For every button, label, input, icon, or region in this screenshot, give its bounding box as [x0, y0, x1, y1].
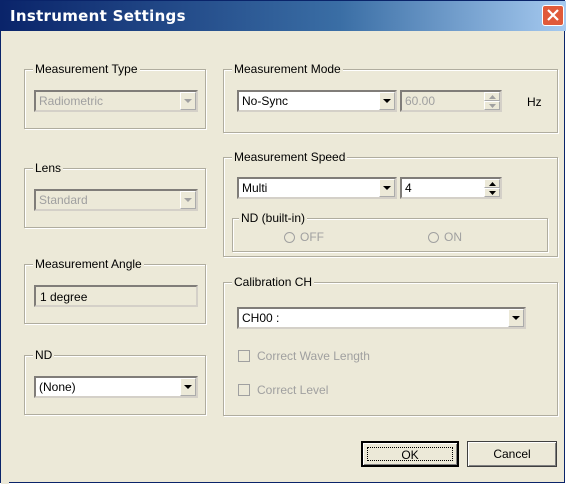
- chevron-down-icon: [489, 191, 496, 195]
- calibration-channel-value: CH00 :: [242, 311, 280, 325]
- chevron-up-icon: [489, 95, 496, 99]
- chevron-down-icon: [512, 316, 520, 320]
- nd-select[interactable]: (None): [34, 376, 198, 398]
- frequency-unit: Hz: [527, 95, 542, 109]
- cancel-button[interactable]: Cancel: [467, 441, 557, 467]
- measurement-mode-label: Measurement Mode: [232, 62, 343, 76]
- spin-up-button[interactable]: [484, 92, 500, 101]
- measurement-mode-value: No-Sync: [242, 94, 289, 108]
- measurement-speed-select[interactable]: Multi: [237, 177, 397, 199]
- spin-up-button[interactable]: [484, 179, 500, 188]
- nd-builtin-label: ND (built-in): [239, 211, 308, 225]
- measurement-mode-group: Measurement Mode No-Sync 60.00 Hz: [223, 62, 558, 133]
- spin-down-button[interactable]: [484, 188, 500, 197]
- ok-button[interactable]: OK: [361, 441, 459, 467]
- measurement-type-group: Measurement Type Radiometric: [24, 62, 206, 129]
- chevron-down-icon: [184, 385, 192, 389]
- correct-wave-checkbox[interactable]: [238, 350, 250, 362]
- close-button[interactable]: [542, 5, 564, 26]
- dropdown-arrow[interactable]: [379, 179, 395, 197]
- measurement-speed-group: Measurement Speed Multi 4 ND (built-in) …: [223, 150, 558, 257]
- nd-label: ND: [33, 348, 55, 362]
- title-bar[interactable]: Instrument Settings: [1, 1, 566, 31]
- correct-level-label: Correct Level: [257, 383, 329, 397]
- cancel-label: Cancel: [493, 447, 531, 461]
- calibration-group: Calibration CH CH00 : Correct Wave Lengt…: [223, 275, 558, 416]
- dropdown-arrow[interactable]: [180, 378, 196, 396]
- correct-wave-label: Correct Wave Length: [257, 349, 370, 363]
- frequency-value: 60.00: [405, 94, 436, 108]
- calibration-label: Calibration CH: [232, 275, 315, 289]
- measurement-type-select[interactable]: Radiometric: [34, 90, 198, 112]
- lens-value: Standard: [39, 193, 88, 207]
- measurement-mode-select[interactable]: No-Sync: [237, 90, 397, 112]
- chevron-up-icon: [489, 182, 496, 186]
- dropdown-arrow[interactable]: [508, 309, 524, 327]
- speed-count-value: 4: [405, 181, 412, 195]
- window-title: Instrument Settings: [10, 7, 186, 25]
- dropdown-arrow[interactable]: [180, 92, 196, 110]
- measurement-angle-field: 1 degree: [34, 285, 198, 307]
- measurement-type-value: Radiometric: [39, 94, 104, 108]
- close-icon: [547, 9, 559, 21]
- correct-level-checkbox[interactable]: [238, 384, 250, 396]
- nd-on-radio[interactable]: [428, 232, 439, 243]
- nd-builtin-group: ND (built-in) OFF ON: [232, 211, 548, 252]
- dropdown-arrow[interactable]: [379, 92, 395, 110]
- lens-label: Lens: [33, 161, 64, 175]
- lens-group: Lens Standard: [24, 161, 206, 228]
- measurement-type-label: Measurement Type: [33, 62, 140, 76]
- speed-count-spinner[interactable]: 4: [400, 177, 502, 199]
- instrument-settings-dialog: Instrument Settings Measurement Type Rad…: [0, 0, 566, 484]
- chevron-down-icon: [184, 198, 192, 202]
- nd-group: ND (None): [24, 348, 206, 415]
- nd-value: (None): [39, 380, 76, 394]
- lens-select[interactable]: Standard: [34, 189, 198, 211]
- frequency-spinner[interactable]: 60.00: [400, 90, 502, 112]
- chevron-down-icon: [489, 104, 496, 108]
- nd-on-label: ON: [444, 230, 462, 244]
- chevron-down-icon: [184, 99, 192, 103]
- left-edge: [1, 31, 9, 484]
- focus-rect: [367, 447, 453, 461]
- nd-off-label: OFF: [300, 230, 324, 244]
- measurement-angle-value: 1 degree: [40, 290, 88, 304]
- nd-off-radio[interactable]: [284, 232, 295, 243]
- measurement-speed-label: Measurement Speed: [232, 150, 348, 164]
- chevron-down-icon: [383, 186, 391, 190]
- measurement-speed-value: Multi: [242, 181, 268, 195]
- dropdown-arrow[interactable]: [180, 191, 196, 209]
- measurement-angle-group: Measurement Angle 1 degree: [24, 257, 206, 324]
- calibration-channel-select[interactable]: CH00 :: [237, 307, 526, 329]
- chevron-down-icon: [383, 99, 391, 103]
- measurement-angle-label: Measurement Angle: [33, 257, 144, 271]
- spin-down-button[interactable]: [484, 101, 500, 110]
